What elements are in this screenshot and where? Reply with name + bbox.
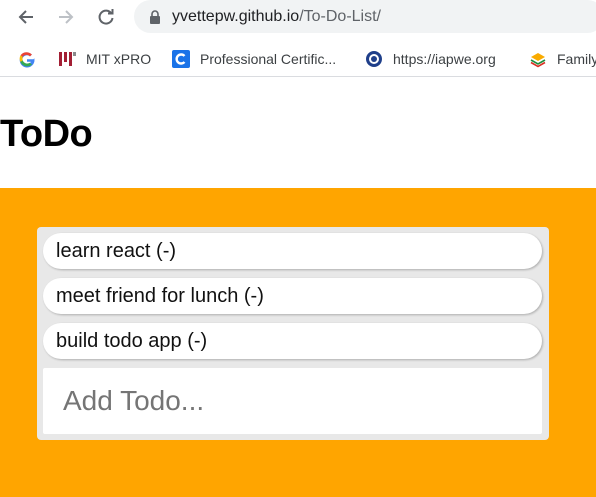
arrow-right-icon — [59, 10, 74, 24]
lock-icon — [149, 9, 161, 24]
layers-icon — [529, 50, 547, 68]
bookmark-mit-xpro[interactable]: MIT xPRO — [58, 48, 151, 70]
google-icon — [18, 50, 36, 68]
bookmark-family[interactable]: Family — [529, 48, 596, 70]
todo-app-area: learn react (-) meet friend for lunch (-… — [0, 188, 596, 497]
bookmark-google[interactable] — [18, 48, 46, 70]
page-title: ToDo — [0, 113, 93, 155]
reload-icon — [98, 9, 114, 25]
back-button[interactable] — [12, 3, 40, 31]
todo-item-text: learn react (-) — [56, 239, 177, 262]
bookmarks-bar: MIT xPRO Professional Certific... https:… — [0, 42, 596, 77]
todo-item[interactable]: learn react (-) — [43, 233, 542, 269]
c-logo-icon — [172, 50, 190, 68]
add-todo-input[interactable] — [43, 368, 542, 434]
bookmark-professional-certificate[interactable]: Professional Certific... — [172, 48, 336, 70]
todo-item-text: build todo app (-) — [56, 329, 208, 352]
todo-item[interactable]: meet friend for lunch (-) — [43, 278, 542, 314]
mit-icon — [58, 50, 76, 68]
todo-item-text: meet friend for lunch (-) — [56, 284, 264, 307]
bookmark-iapwe[interactable]: https://iapwe.org — [365, 48, 496, 70]
iapwe-icon — [365, 50, 383, 68]
forward-button[interactable] — [52, 3, 80, 31]
bookmark-label: MIT xPRO — [86, 51, 152, 67]
todo-item[interactable]: build todo app (-) — [43, 323, 542, 359]
bookmark-label: https://iapwe.org — [393, 51, 496, 67]
browser-toolbar: yvettepw.github.io/To-Do-List/ — [0, 0, 596, 34]
bookmark-label: Professional Certific... — [200, 51, 337, 67]
todo-list: learn react (-) meet friend for lunch (-… — [37, 227, 549, 440]
arrow-left-icon — [18, 10, 33, 24]
url-text: yvettepw.github.io/To-Do-List/ — [172, 8, 381, 26]
address-bar[interactable]: yvettepw.github.io/To-Do-List/ — [134, 0, 596, 33]
bookmark-label: Family — [557, 51, 596, 67]
reload-button[interactable] — [92, 3, 120, 31]
url-host: yvettepw.github.io — [172, 7, 300, 25]
url-path: /To-Do-List/ — [299, 7, 381, 25]
